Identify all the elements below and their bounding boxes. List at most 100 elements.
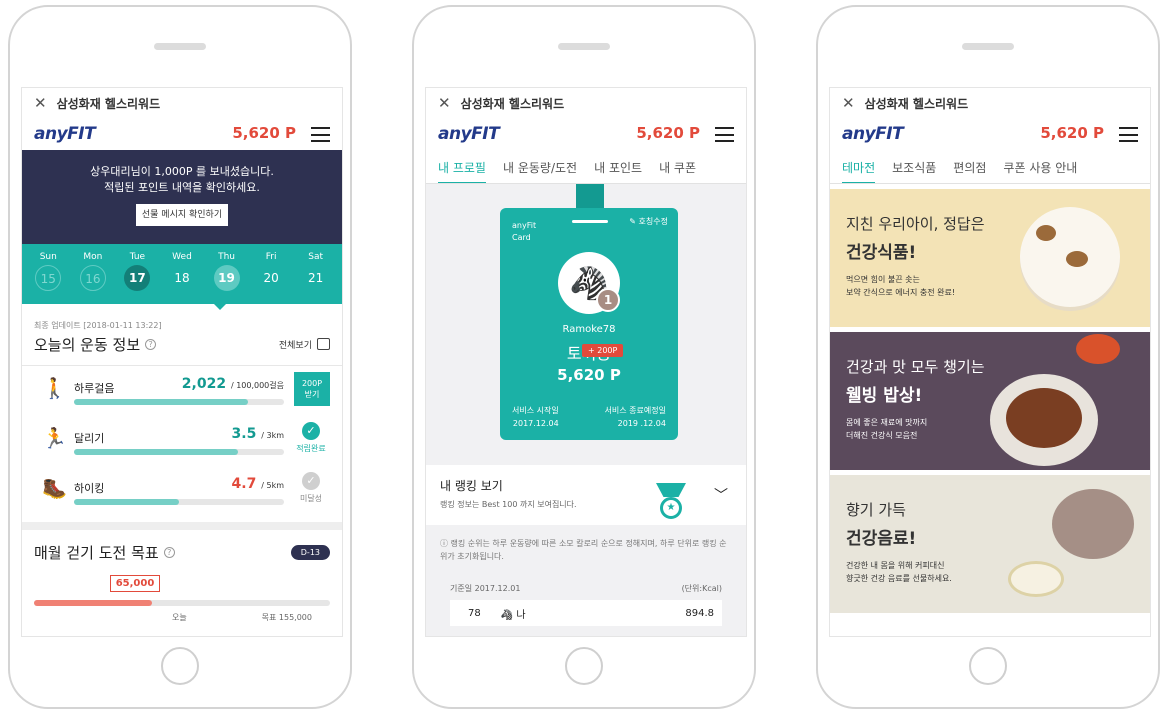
home-button[interactable] — [969, 647, 1007, 685]
activity-value: 4.7 / 5km — [232, 476, 284, 492]
points-total: 5,620 P — [636, 124, 700, 142]
day-number: 15 — [35, 265, 62, 291]
activity-hiking: 🥾 하이킹 4.7 / 5km ✓ 미달성 — [22, 466, 342, 516]
day-tue[interactable]: Tue 17 — [117, 252, 157, 291]
day-label: Tue — [129, 252, 146, 262]
view-all-button[interactable]: 전체보기 — [279, 338, 330, 351]
row-value: 894.8 — [685, 607, 714, 619]
brand-bar: anyFIT 5,620 P — [830, 118, 1150, 150]
end-date: 2019 .12.04 — [617, 419, 666, 428]
brand-bar: anyFIT 5,620 P — [22, 118, 342, 150]
hamburger-icon[interactable] — [1119, 127, 1138, 142]
check-icon: ✓ — [302, 422, 320, 440]
walking-icon: 🚶 — [42, 376, 67, 400]
activity-name: 하이킹 — [74, 482, 105, 495]
pencil-icon: ✎ — [629, 217, 636, 226]
calendar-icon — [317, 338, 330, 350]
home-button[interactable] — [161, 647, 199, 685]
banner-headline: 건강음료! — [846, 529, 917, 549]
tab-exercise[interactable]: 내 운동량/도전 — [503, 150, 577, 183]
day-mon[interactable]: Mon 16 — [73, 252, 113, 291]
anyfit-logo[interactable]: anyFIT — [842, 124, 904, 144]
card-points: 5,620 P — [557, 366, 621, 384]
tab-theme[interactable]: 테마전 — [842, 150, 876, 183]
close-icon[interactable]: ✕ — [438, 94, 451, 112]
monthly-challenge: 매월 걷기 도전 목표 ? D-13 — [22, 530, 342, 563]
points-total: 5,620 P — [232, 124, 296, 142]
row-rank: 78 — [468, 607, 481, 619]
day-fri[interactable]: Fri 20 — [251, 252, 291, 291]
tab-coupons[interactable]: 내 쿠폰 — [659, 150, 696, 183]
activity-name: 하루걸음 — [74, 382, 115, 395]
week-calendar: Sun 15 Mon 16 Tue 17 Wed 18 Thu 19 Fri 20 Sat 2… — [22, 244, 342, 310]
progress-fill — [74, 449, 238, 455]
tab-coupon-guide[interactable]: 쿠폰 사용 안내 — [1003, 150, 1077, 183]
screen-activity: ✕ 삼성화재 헬스리워드 anyFIT 5,620 P 상우대리님이 1,000… — [21, 87, 343, 637]
activity-walking: 🚶 하루걸음 2,022 / 100,000걸음 200P 받기 — [22, 366, 342, 416]
medal-icon: ★ — [654, 483, 688, 523]
zebra-avatar-icon: 🦓 — [500, 609, 517, 621]
today-title: 오늘의 운동 정보 — [34, 335, 141, 354]
app-title: 삼성화재 헬스리워드 — [56, 96, 161, 111]
progress-fill — [34, 600, 153, 606]
desc-line: 더해진 건강식 모음전 — [846, 431, 918, 440]
tab-convenience[interactable]: 편의점 — [953, 150, 986, 183]
anyfit-logo[interactable]: anyFIT — [438, 124, 500, 144]
today-label: 오늘 — [172, 613, 187, 622]
banner-line-1: 상우대리님이 1,000P 를 보내셨습니다. — [90, 165, 274, 178]
card-slot — [572, 220, 608, 223]
goal-label: 목표 155,000 — [261, 613, 312, 622]
promo-banner-health-food[interactable]: 지친 우리아이, 정답은 건강식품! 먹으면 힘이 불끈 솟는 보약 간식으로 에… — [830, 189, 1150, 327]
help-icon[interactable]: ? — [163, 547, 175, 558]
banner-text: 향기 가득 건강음료! 건강한 내 몸을 위해 커피대신 향긋한 건강 음료를 선… — [846, 499, 952, 585]
food-image — [1006, 388, 1082, 448]
close-icon[interactable]: ✕ — [34, 94, 47, 112]
username: Ramoke78 — [562, 324, 616, 335]
base-date: 기준일 2017.12.01 — [450, 584, 521, 593]
row-name: 🦓 나 — [501, 606, 526, 621]
promo-banner-wellbeing-meal[interactable]: 건강과 맛 모두 챙기는 웰빙 밥상! 몸에 좋은 재료에 맛까지 더해진 건강식… — [830, 332, 1150, 470]
gift-banner: 상우대리님이 1,000P 를 보내셨습니다. 적립된 포인트 내역을 확인하세… — [22, 150, 342, 244]
app-topbar: ✕ 삼성화재 헬스리워드 — [22, 88, 342, 118]
day-label: Fri — [265, 252, 277, 262]
ranking-title: 내 랭킹 보기 — [440, 479, 503, 493]
phone-frame-2: ✕ 삼성화재 헬스리워드 anyFIT 5,620 P 내 프로필 내 운동량/… — [412, 5, 756, 709]
desc-line: 보약 간식으로 에너지 충전 완료! — [846, 288, 956, 297]
day-sun[interactable]: Sun 15 — [28, 252, 68, 291]
day-thu[interactable]: Thu 19 — [207, 252, 247, 291]
ranking-toggle[interactable]: 내 랭킹 보기 랭킹 정보는 Best 100 까지 보여집니다. ★ ﹀ — [426, 465, 746, 525]
promo-banner-health-drink[interactable]: 향기 가득 건강음료! 건강한 내 몸을 위해 커피대신 향긋한 건강 음료를 선… — [830, 475, 1150, 613]
close-icon[interactable]: ✕ — [842, 94, 855, 112]
day-wed[interactable]: Wed 18 — [162, 252, 202, 291]
hamburger-icon[interactable] — [715, 127, 734, 142]
chevron-down-icon[interactable]: ﹀ — [714, 485, 728, 505]
claim-points-button[interactable]: 200P 받기 — [294, 372, 330, 406]
activity-name: 달리기 — [74, 432, 105, 445]
hamburger-icon[interactable] — [311, 127, 330, 142]
home-button[interactable] — [565, 647, 603, 685]
card-area: anyFitCard ✎ 호칭수정 🦓 1 Ramoke78 토끼등 + 200… — [426, 184, 746, 465]
tab-profile[interactable]: 내 프로필 — [438, 150, 486, 183]
screen-profile: ✕ 삼성화재 헬스리워드 anyFIT 5,620 P 내 프로필 내 운동량/… — [425, 87, 747, 637]
progress-bar — [74, 499, 284, 505]
rank-badge: 1 — [596, 288, 620, 312]
ranking-list: 기준일 2017.12.01 (단위:Kcal) 78 🦓 나 894.8 — [426, 575, 746, 636]
row-name-text: 나 — [516, 609, 526, 621]
day-sat[interactable]: Sat 21 — [296, 252, 336, 291]
gift-message-button[interactable]: 선물 메시지 확인하기 — [135, 204, 229, 226]
app-topbar: ✕ 삼성화재 헬스리워드 — [426, 88, 746, 118]
tab-supplements[interactable]: 보조식품 — [892, 150, 936, 183]
help-icon[interactable]: ? — [145, 338, 157, 350]
anyfit-logo[interactable]: anyFIT — [34, 124, 96, 144]
brand-bar: anyFIT 5,620 P — [426, 118, 746, 150]
shop-tabs: 테마전 보조식품 편의점 쿠폰 사용 안내 — [830, 150, 1150, 184]
value-unit: / 5km — [261, 481, 284, 490]
tab-points[interactable]: 내 포인트 — [594, 150, 642, 183]
running-icon: 🏃 — [42, 426, 67, 450]
progress-bar — [74, 449, 284, 455]
start-date: 2017.12.04 — [512, 419, 559, 428]
edit-title-button[interactable]: ✎ 호칭수정 — [629, 216, 668, 227]
tea-cup-image — [1008, 561, 1064, 597]
unit-label: (단위:Kcal) — [681, 584, 722, 593]
screen-shop: ✕ 삼성화재 헬스리워드 anyFIT 5,620 P 테마전 보조식품 편의점… — [829, 87, 1151, 637]
